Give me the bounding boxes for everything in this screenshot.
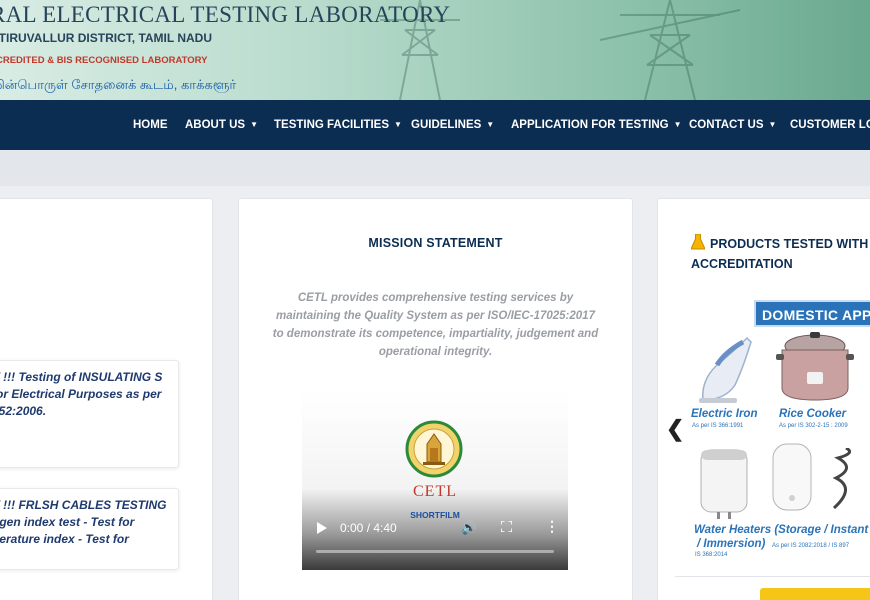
immersion-rod-image — [832, 448, 852, 510]
divider — [675, 576, 870, 577]
product-standard: IS 368:2014 — [695, 552, 728, 558]
main-nav: HOME ABOUT US ▼ TESTING FACILITIES ▼ GUIDE… — [0, 100, 870, 150]
tamil-nadu-emblem-icon — [405, 420, 463, 478]
product-label: Electric Iron — [691, 408, 758, 420]
product-label: Rice Cooker — [779, 408, 847, 420]
products-title-text: PRODUCTS TESTED WITH ACCREDITATION — [691, 237, 869, 271]
flask-icon — [691, 234, 705, 250]
chevron-down-icon: ▼ — [486, 120, 495, 129]
product-label: Water Heaters (Storage / Instant — [694, 524, 869, 536]
transmission-tower-icon — [600, 0, 740, 100]
chevron-down-icon: ▼ — [673, 120, 682, 129]
nav-label: TESTING FACILITIES — [274, 119, 390, 131]
breadcrumb-strip — [0, 150, 870, 186]
nav-home[interactable]: HOME — [133, 100, 168, 150]
domestic-appliances-banner: DOMESTIC APP — [754, 300, 870, 327]
nav-label: ABOUT US — [185, 119, 246, 131]
site-subtitle: , TIRUVALLUR DISTRICT, TAMIL NADU — [0, 31, 212, 45]
nav-guidelines[interactable]: GUIDELINES ▼ — [411, 100, 494, 150]
notice-text: Y !!! FRLSH CABLES TESTING - gen index t… — [0, 498, 167, 546]
fullscreen-icon[interactable] — [501, 521, 512, 532]
nav-label: GUIDELINES — [411, 119, 482, 131]
chevron-down-icon: ▼ — [768, 120, 777, 129]
notice-text: Y !!! Testing of INSULATING S for Electr… — [0, 370, 163, 418]
products-title: PRODUCTS TESTED WITH ACCREDITATION — [691, 234, 870, 274]
play-icon[interactable] — [317, 522, 327, 534]
mission-text: CETL provides comprehensive testing serv… — [272, 292, 599, 358]
nav-label: HOME — [133, 119, 168, 131]
more-options-icon[interactable]: ⋮ — [545, 519, 559, 533]
nav-customer-login[interactable]: CUSTOMER LOG — [790, 100, 870, 150]
notice-item[interactable]: Y !!! FRLSH CABLES TESTING - gen index t… — [0, 488, 179, 570]
instant-water-heater-image — [772, 443, 812, 511]
video-logo-text: CETL — [413, 483, 457, 500]
video-player[interactable]: CETL SHORTFILM 0:00 / 4:40 🔊 ⋮ — [302, 390, 568, 570]
nav-label: CONTACT US — [689, 119, 764, 131]
mission-title: MISSION STATEMENT — [368, 236, 503, 250]
product-standard: As per IS 302-2-15 : 2009 — [779, 423, 848, 429]
nav-label: CUSTOMER LOG — [790, 119, 870, 131]
nav-about-us[interactable]: ABOUT US ▼ — [185, 100, 258, 150]
video-progress-bar[interactable] — [316, 550, 554, 553]
video-caption: SHORTFILM — [410, 510, 460, 520]
volume-icon[interactable]: 🔊 — [461, 520, 477, 536]
product-label-continued: / Immersion) — [697, 538, 766, 550]
electric-iron-image — [699, 336, 752, 403]
nav-contact-us[interactable]: CONTACT US ▼ — [689, 100, 776, 150]
rice-cooker-image — [776, 332, 854, 401]
product-standard: As per IS 2082:2018 / IS 897 — [772, 543, 850, 549]
nav-testing-facilities[interactable]: TESTING FACILITIES ▼ — [274, 100, 402, 150]
site-title: RAL ELECTRICAL TESTING LABORATORY — [0, 2, 451, 27]
chevron-down-icon: ▼ — [250, 120, 258, 129]
water-heater-image — [700, 449, 748, 519]
video-time: 0:00 / 4:40 — [340, 521, 397, 535]
header-banner: RAL ELECTRICAL TESTING LABORATORY , TIRU… — [0, 0, 870, 100]
nav-label: APPLICATION FOR TESTING — [511, 119, 669, 131]
product-standard: As per IS 366:1991 — [692, 423, 744, 429]
chevron-down-icon: ▼ — [394, 120, 402, 129]
nav-application-for-testing[interactable]: APPLICATION FOR TESTING ▼ — [511, 100, 682, 150]
accreditation-text: CREDITED & BIS RECOGNISED LABORATORY — [0, 55, 208, 66]
department-button[interactable] — [760, 588, 870, 600]
tamil-title: மின்பொருள் சோதனைக் கூடம், காக்களூர் — [0, 77, 237, 92]
notice-item[interactable]: Y !!! Testing of INSULATING S for Electr… — [0, 360, 179, 468]
carousel-prev-icon[interactable]: ❮ — [666, 418, 684, 440]
